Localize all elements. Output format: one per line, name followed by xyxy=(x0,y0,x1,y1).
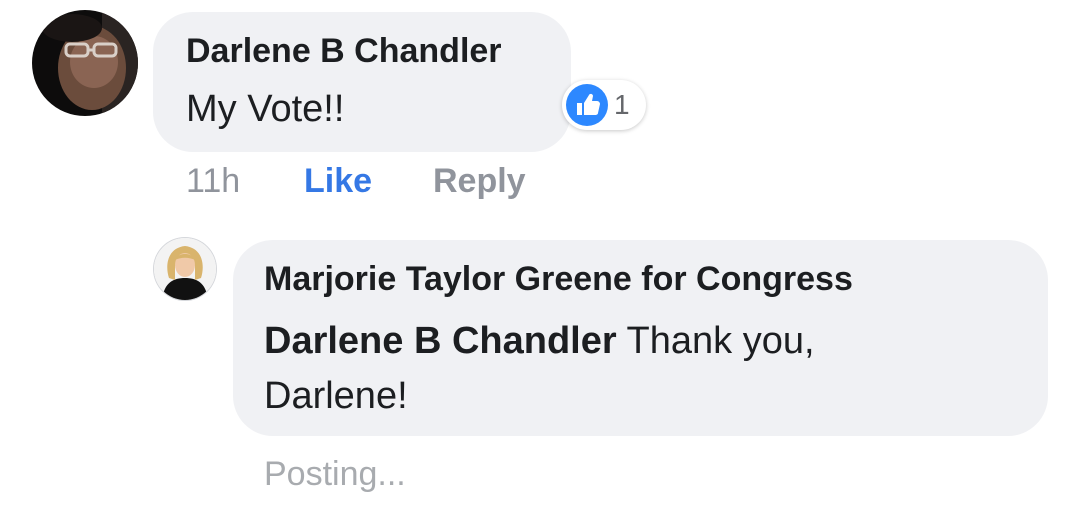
comment-thread: Darlene B Chandler My Vote!! 1 11h Like … xyxy=(0,0,1080,506)
reply-text: Darlene B Chandler Thank you, Darlene! xyxy=(264,314,815,424)
reply-mention[interactable]: Darlene B Chandler xyxy=(264,320,617,362)
like-button[interactable]: Like xyxy=(304,162,372,201)
comment-timestamp[interactable]: 11h xyxy=(186,162,240,201)
reaction-count: 1 xyxy=(614,89,630,120)
reply-button[interactable]: Reply xyxy=(433,162,526,201)
avatar[interactable] xyxy=(32,10,138,116)
reply-text-line2: Darlene! xyxy=(264,375,408,417)
posting-status: Posting... xyxy=(264,455,406,493)
reply-avatar[interactable] xyxy=(154,238,216,300)
reply-text-line1: Thank you, xyxy=(626,320,815,362)
comment-text: My Vote!! xyxy=(186,88,345,130)
comment-author[interactable]: Darlene B Chandler xyxy=(186,32,502,71)
reply-author[interactable]: Marjorie Taylor Greene for Congress xyxy=(264,260,853,299)
reaction-summary[interactable]: 1 xyxy=(562,80,646,130)
like-icon xyxy=(566,84,608,126)
